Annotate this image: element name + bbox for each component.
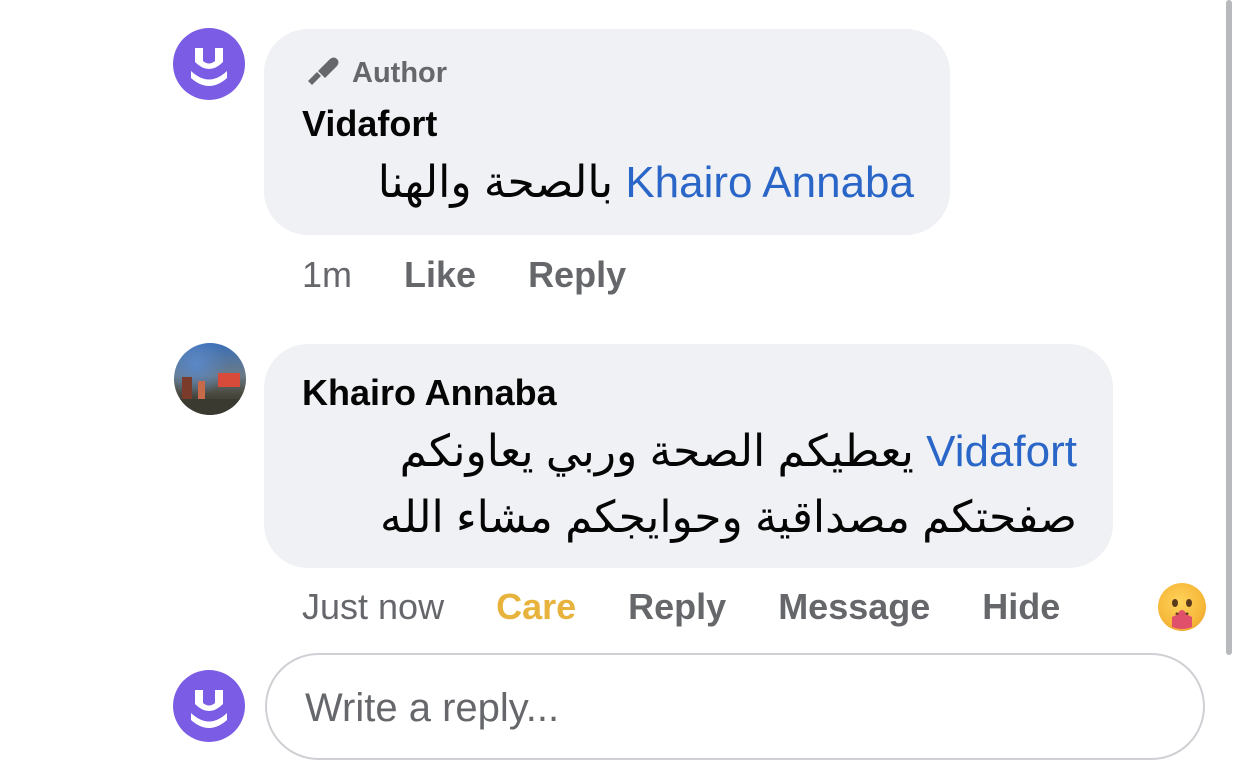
comment-text: بالصحة والهنا Khairo Annaba <box>378 157 914 208</box>
mention-link[interactable]: Khairo Annaba <box>625 158 914 207</box>
comment-author-name[interactable]: Vidafort <box>302 103 437 145</box>
comment-thread: Author Vidafort بالصحة والهنا Khairo Ann… <box>0 0 1242 761</box>
reply-composer[interactable] <box>265 653 1205 760</box>
care-reaction-button[interactable]: Care <box>496 586 576 628</box>
comment-bubble: Author Vidafort بالصحة والهنا Khairo Ann… <box>264 29 950 235</box>
comment-text-line: صفحتكم مصداقية وحوايجكم مشاء الله <box>380 492 1077 543</box>
comment-body-line-1: يعطيكم الصحة وربي يعاونكم <box>399 427 914 476</box>
comment-body: بالصحة والهنا <box>377 158 614 207</box>
message-button[interactable]: Message <box>778 586 930 628</box>
comment-body-line-2: صفحتكم مصداقية وحوايجكم مشاء الله <box>379 493 1077 542</box>
author-badge-label: Author <box>352 56 448 89</box>
avatar[interactable] <box>174 343 246 415</box>
care-emoji-icon[interactable] <box>1158 583 1206 631</box>
vidafort-logo-icon <box>191 48 227 86</box>
like-button[interactable]: Like <box>404 254 476 296</box>
avatar[interactable] <box>173 28 245 100</box>
comment-text-line: يعطيكم الصحة وربي يعاونكم Vidafort <box>400 426 1077 477</box>
reply-input[interactable] <box>303 677 1167 739</box>
microphone-icon <box>304 53 340 93</box>
mention-link[interactable]: Vidafort <box>926 427 1077 476</box>
comment-timestamp[interactable]: Just now <box>302 586 444 628</box>
scrollbar[interactable] <box>1226 0 1232 655</box>
hide-button[interactable]: Hide <box>982 586 1060 628</box>
reply-button[interactable]: Reply <box>628 586 726 628</box>
author-badge: Author <box>304 53 447 93</box>
comment-actions: Just now Care Reply Message Hide <box>302 586 1060 628</box>
reply-button[interactable]: Reply <box>528 254 626 296</box>
avatar <box>173 670 245 742</box>
profile-photo-icon <box>174 373 246 415</box>
comment-bubble: Khairo Annaba يعطيكم الصحة وربي يعاونكم … <box>264 344 1113 568</box>
comment-timestamp[interactable]: 1m <box>302 254 352 296</box>
comment-actions: 1m Like Reply <box>302 254 626 296</box>
comment-author-name[interactable]: Khairo Annaba <box>302 372 557 414</box>
vidafort-logo-icon <box>191 690 227 728</box>
